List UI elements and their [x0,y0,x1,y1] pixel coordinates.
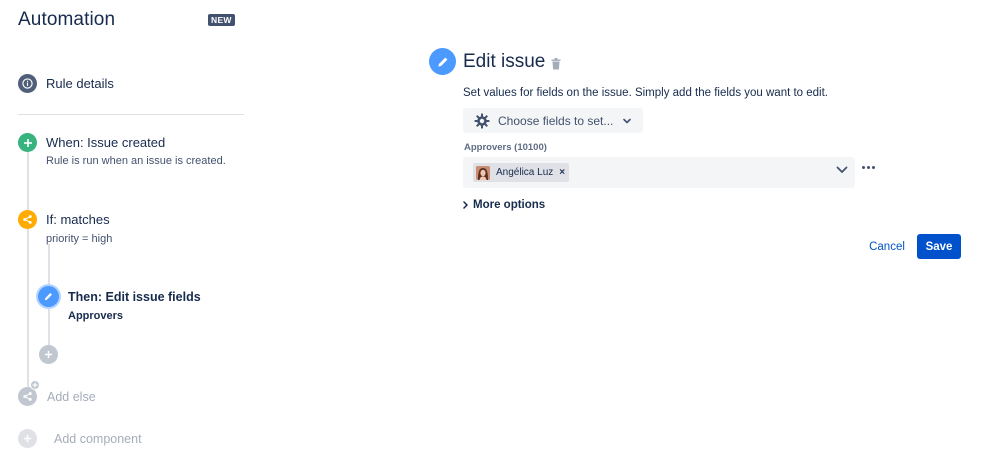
pencil-icon [429,48,456,75]
save-button[interactable]: Save [917,234,961,259]
condition-description: priority = high [46,233,113,245]
trigger-title[interactable]: When: Issue created [46,135,165,150]
user-chip[interactable]: Angélica Luz × [473,163,570,182]
cancel-button[interactable]: Cancel [862,234,912,259]
approvers-field-label: Approvers (10100) [464,142,547,153]
trash-icon[interactable] [551,57,561,75]
action-description: Approvers [68,310,124,322]
add-else-link[interactable]: Add else [47,390,96,404]
info-icon[interactable] [18,74,37,93]
chevron-down-icon[interactable] [836,166,848,174]
panel-description: Set values for fields on the issue. Simp… [463,87,829,99]
add-component-link[interactable]: Add component [54,432,142,446]
remove-chip-icon[interactable]: × [559,167,565,178]
connector-line [27,152,29,210]
divider [18,114,244,115]
condition-title[interactable]: If: matches [46,212,110,227]
trigger-description: Rule is run when an issue is created. [46,155,226,167]
more-actions-icon[interactable] [862,166,875,169]
action-title[interactable]: Then: Edit issue fields [68,290,201,304]
new-badge: NEW [208,14,235,26]
gear-icon [474,113,490,128]
add-component-plus-icon[interactable] [18,429,37,448]
chevron-down-icon [623,118,632,123]
panel-title: Edit issue [463,51,546,72]
rule-details-link[interactable]: Rule details [46,76,114,91]
add-action-plus-icon[interactable] [39,345,58,364]
plus-icon[interactable] [18,133,37,152]
branch-icon[interactable] [18,210,37,229]
connector-line [27,229,29,387]
approvers-select[interactable]: Angélica Luz × [463,157,855,188]
chevron-right-icon [463,201,468,209]
choose-fields-button[interactable]: Choose fields to set... [463,108,643,133]
plus-badge-icon [30,380,40,390]
page-title: Automation [18,9,116,30]
user-chip-name: Angélica Luz [496,167,554,178]
pencil-icon[interactable] [38,286,59,307]
more-options-label: More options [473,199,546,211]
choose-fields-label: Choose fields to set... [498,113,614,128]
more-options-toggle[interactable]: More options [463,199,545,211]
avatar [476,165,490,180]
